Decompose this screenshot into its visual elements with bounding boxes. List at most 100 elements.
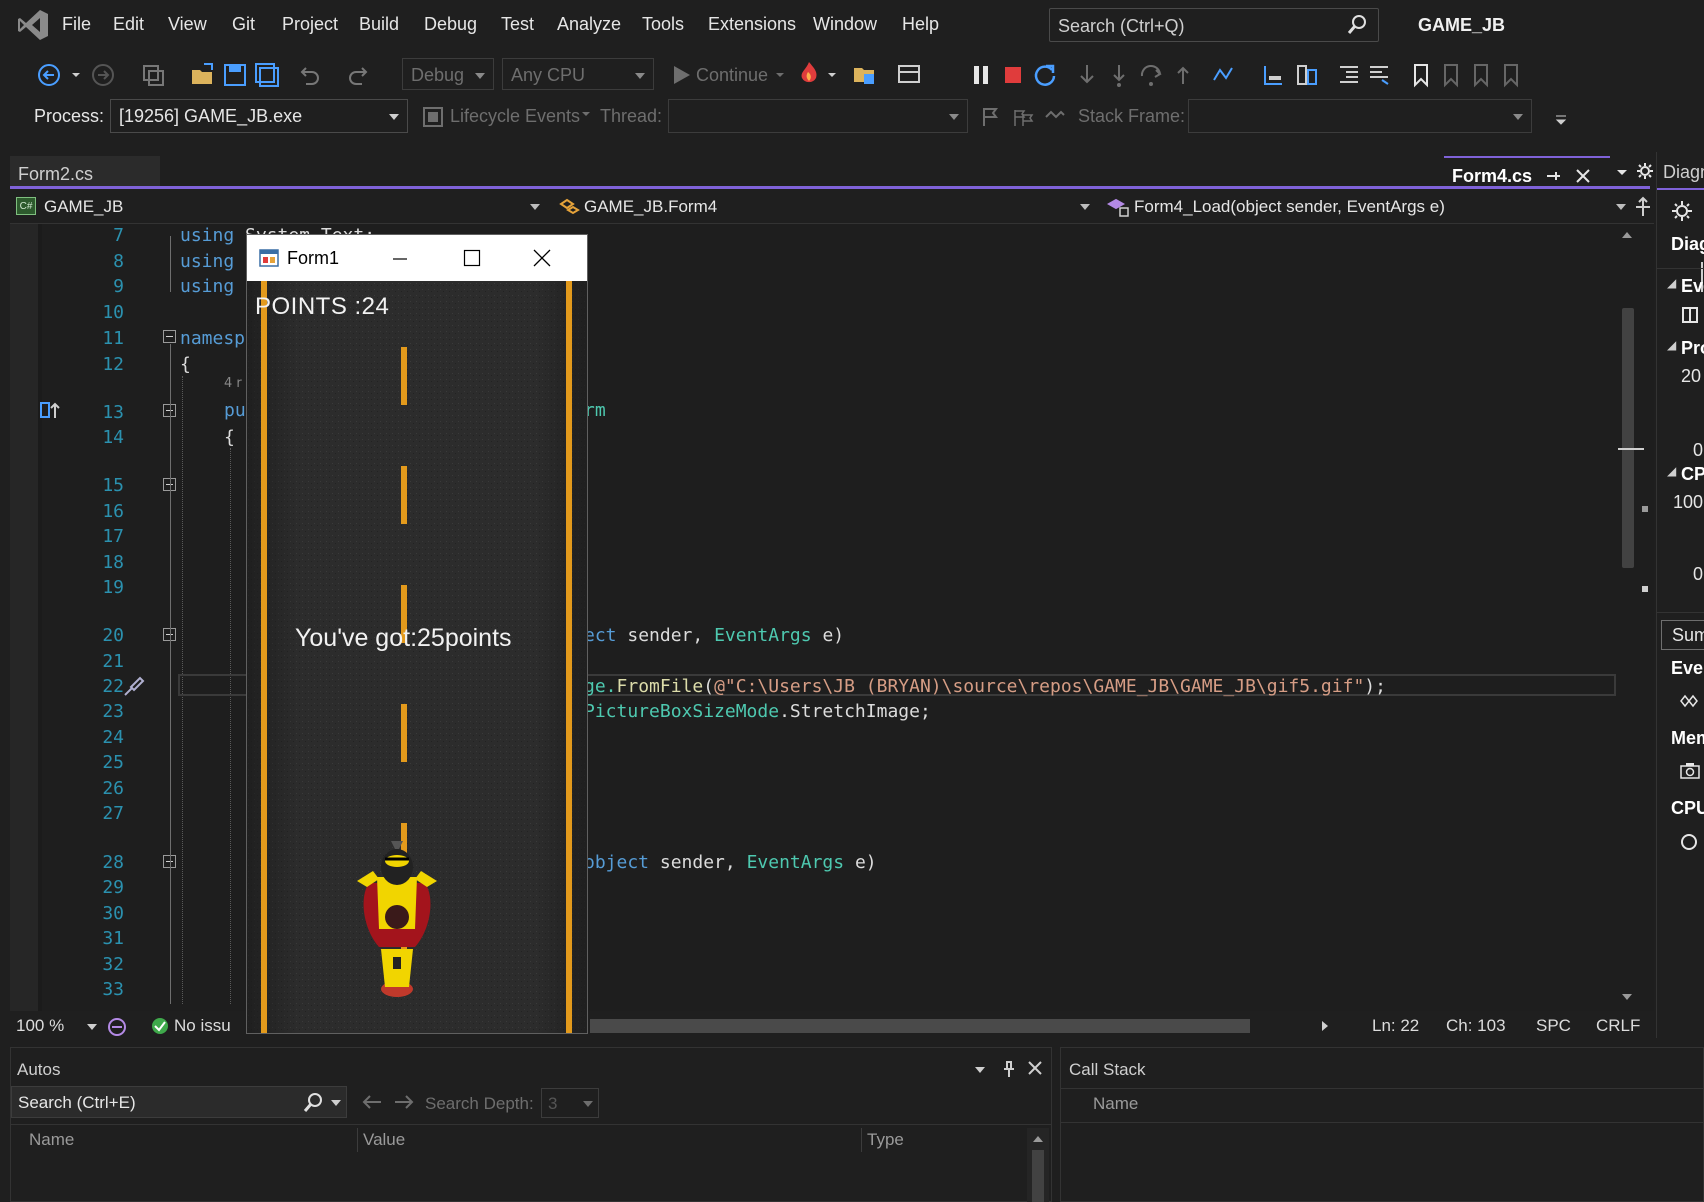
menu-extensions[interactable]: Extensions — [708, 14, 796, 35]
show-events-icon[interactable] — [1679, 692, 1701, 710]
panel-menu-dropdown-icon[interactable] — [973, 1064, 987, 1076]
column-indicator[interactable]: Ch: 103 — [1446, 1016, 1506, 1036]
thread-marker-icon[interactable] — [1260, 62, 1286, 88]
redo-icon[interactable] — [346, 62, 372, 88]
issues-status[interactable]: No issu — [174, 1016, 231, 1036]
autos-vertical-scrollbar[interactable] — [1027, 1128, 1049, 1202]
flag-thread-icon[interactable] — [980, 106, 1002, 128]
indent-icon[interactable] — [1336, 62, 1362, 88]
search-options-dropdown-icon[interactable] — [330, 1098, 342, 1108]
fold-toggle-icon[interactable] — [163, 330, 176, 343]
code-map-icon[interactable] — [1210, 62, 1236, 88]
hot-reload-icon[interactable] — [796, 60, 822, 86]
lifecycle-events-button[interactable]: Lifecycle Events — [450, 106, 580, 127]
previous-bookmark-icon[interactable] — [1438, 62, 1464, 88]
scroll-down-icon[interactable] — [1620, 992, 1634, 1004]
class-dropdown[interactable]: GAME_JB.Form4 — [558, 194, 1094, 220]
whitespace-indicator[interactable]: SPC — [1536, 1016, 1571, 1036]
pin-tab-icon[interactable] — [1544, 167, 1562, 185]
break-all-pause-icon[interactable] — [968, 62, 994, 88]
scroll-up-icon[interactable] — [1620, 228, 1634, 240]
new-project-icon[interactable] — [140, 62, 166, 88]
scroll-up-icon[interactable] — [1031, 1132, 1045, 1144]
call-stack-column-name[interactable]: Name — [1093, 1094, 1138, 1114]
diag-settings-gear-icon[interactable] — [1671, 200, 1693, 222]
menu-analyze[interactable]: Analyze — [557, 14, 621, 35]
next-bookmark-icon[interactable] — [1468, 62, 1494, 88]
tab-form2-cs[interactable]: Form2.cs — [10, 156, 160, 188]
no-issues-check-icon[interactable] — [150, 1016, 170, 1036]
diag-process-memory-section[interactable]: Pro — [1681, 338, 1704, 359]
navigate-back-icon[interactable] — [36, 62, 62, 88]
bookmark-icon[interactable] — [1408, 62, 1434, 88]
search-depth-dropdown[interactable]: 3 — [541, 1088, 599, 1118]
autos-column-value[interactable]: Value — [363, 1130, 405, 1150]
autos-search-input[interactable]: Search (Ctrl+E) — [11, 1086, 347, 1118]
copilot-icon[interactable] — [106, 1016, 128, 1038]
close-tab-icon[interactable] — [1574, 167, 1592, 185]
menu-git[interactable]: Git — [232, 14, 255, 35]
line-indicator[interactable]: Ln: 22 — [1372, 1016, 1419, 1036]
minimize-icon[interactable] — [392, 251, 408, 267]
save-icon[interactable] — [222, 62, 248, 88]
expand-cpu-icon[interactable]: ◢ — [1667, 464, 1676, 478]
edit-paintbrush-icon[interactable] — [122, 675, 146, 697]
visual-studio-logo-icon[interactable] — [16, 8, 50, 42]
save-all-icon[interactable] — [254, 62, 280, 88]
take-snapshot-camera-icon[interactable] — [1679, 762, 1701, 780]
diag-summary-tab[interactable]: Sum — [1661, 620, 1704, 650]
close-window-icon[interactable] — [533, 249, 551, 267]
menu-help[interactable]: Help — [902, 14, 939, 35]
record-cpu-profile-icon[interactable] — [1679, 832, 1699, 852]
project-dropdown[interactable]: C# GAME_JB — [16, 194, 544, 220]
editor-vertical-scrollbar[interactable] — [1618, 224, 1654, 1011]
menu-project[interactable]: Project — [282, 14, 338, 35]
parallel-stacks-icon[interactable] — [1294, 62, 1320, 88]
step-into-icon[interactable] — [1106, 62, 1132, 88]
scrollbar-thumb[interactable] — [1622, 308, 1634, 568]
menu-tools[interactable]: Tools — [642, 14, 684, 35]
codelens-reference-icon[interactable] — [40, 400, 62, 422]
diag-tab-title[interactable]: Diagn — [1663, 162, 1704, 183]
layout-icon[interactable] — [896, 62, 922, 88]
clear-bookmarks-icon[interactable] — [1498, 62, 1524, 88]
stop-debugging-icon[interactable] — [1000, 62, 1026, 88]
solution-configuration-dropdown[interactable]: Debug — [402, 58, 494, 90]
process-dropdown[interactable]: [19256] GAME_JB.exe — [110, 99, 408, 133]
search-icon[interactable] — [302, 1092, 324, 1114]
pin-panel-icon[interactable] — [1001, 1060, 1017, 1078]
continue-button-label[interactable]: Continue — [696, 65, 768, 86]
codelens-references[interactable]: 4 r — [224, 376, 242, 391]
toggle-external-code-icon[interactable] — [1044, 106, 1066, 128]
column-divider[interactable] — [357, 1128, 358, 1152]
menu-window[interactable]: Window — [813, 14, 877, 35]
navigate-forward-icon[interactable] — [90, 62, 116, 88]
step-over-icon[interactable] — [1138, 62, 1164, 88]
toolbar-overflow-icon[interactable] — [1554, 110, 1568, 136]
diag-cpu-section[interactable]: CPU — [1681, 464, 1704, 485]
settings-gear-icon[interactable] — [1636, 162, 1654, 180]
menu-debug[interactable]: Debug — [424, 14, 477, 35]
menu-build[interactable]: Build — [359, 14, 399, 35]
autos-column-type[interactable]: Type — [867, 1130, 904, 1150]
line-ending-indicator[interactable]: CRLF — [1596, 1016, 1640, 1036]
menu-file[interactable]: File — [62, 14, 91, 35]
step-out-icon[interactable] — [1170, 62, 1196, 88]
tab-list-dropdown-icon[interactable] — [1614, 164, 1630, 180]
autos-column-name[interactable]: Name — [29, 1130, 74, 1150]
scrollbar-thumb[interactable] — [1032, 1150, 1044, 1202]
solution-platform-dropdown[interactable]: Any CPU — [502, 58, 654, 90]
game-canvas[interactable]: POINTS :24 You've got:25points — [247, 281, 587, 1033]
diag-events-section[interactable]: Eve — [1681, 276, 1704, 297]
menu-edit[interactable]: Edit — [113, 14, 144, 35]
global-search-input[interactable]: Search (Ctrl+Q) — [1049, 8, 1379, 42]
open-folder-icon[interactable] — [852, 62, 878, 88]
maximize-icon[interactable] — [463, 249, 481, 267]
open-file-icon[interactable] — [190, 62, 216, 88]
comment-lines-icon[interactable] — [1366, 62, 1392, 88]
lifecycle-events-icon[interactable] — [422, 106, 444, 128]
tab-form4-cs[interactable]: Form4.cs — [1444, 156, 1610, 188]
expand-events-icon[interactable]: ◢ — [1667, 276, 1676, 290]
horizontal-scrollbar-thumb[interactable] — [590, 1019, 1250, 1033]
back-dropdown-icon[interactable] — [70, 62, 82, 88]
